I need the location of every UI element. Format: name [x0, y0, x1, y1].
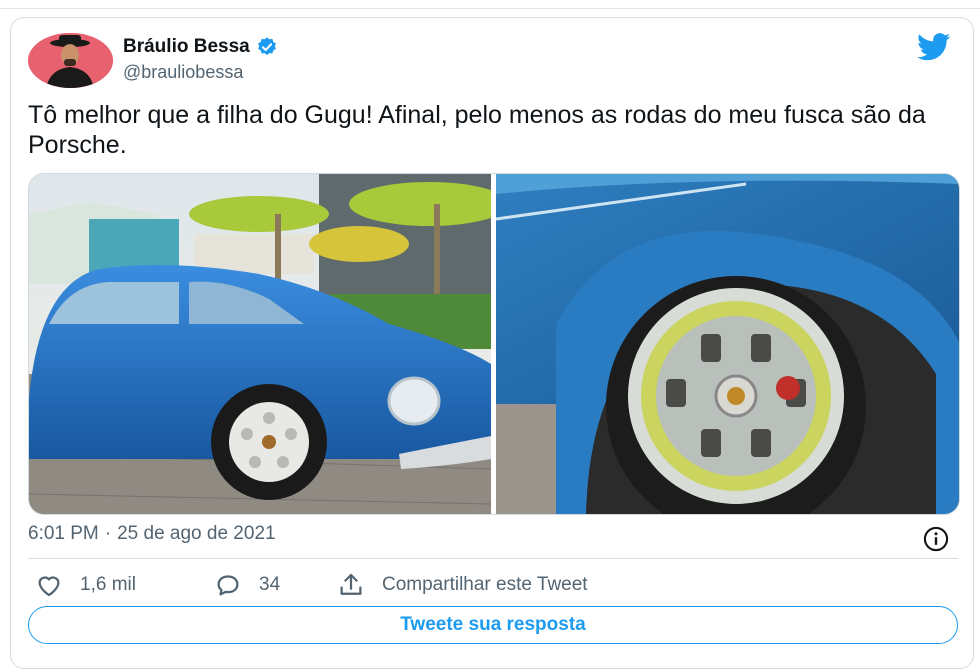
share-label[interactable]: Compartilhar este Tweet	[382, 574, 588, 596]
tweet-reply-button[interactable]: Tweete sua resposta	[28, 606, 958, 644]
tweet-text: Tô melhor que a filha do Gugu! Afinal, p…	[28, 101, 926, 159]
reply-count: 34	[259, 574, 281, 595]
comment-icon[interactable]	[213, 570, 243, 600]
photo-beetle-side[interactable]	[29, 174, 492, 514]
author-name[interactable]: Bráulio Bessa	[123, 36, 250, 58]
tweet-time[interactable]: 6:01 PM	[28, 523, 99, 545]
share-icon[interactable]	[336, 570, 366, 600]
tweet-date[interactable]: 25 de ago de 2021	[117, 523, 276, 545]
timestamp-separator: ·	[104, 523, 112, 544]
like-action[interactable]: 1,6 mil	[34, 570, 136, 600]
verified-badge-icon	[257, 37, 276, 55]
top-divider	[0, 8, 980, 9]
avatar[interactable]	[28, 33, 113, 88]
author-handle[interactable]: @brauliobessa	[123, 62, 243, 83]
share-action[interactable]: Compartilhar este Tweet	[336, 570, 588, 600]
tweet-media[interactable]	[28, 173, 960, 515]
reply-action[interactable]: 34	[213, 570, 280, 600]
actions-divider	[28, 558, 958, 559]
heart-icon[interactable]	[34, 570, 64, 600]
author-name-row[interactable]: Bráulio Bessa	[123, 36, 278, 58]
like-count: 1,6 mil	[80, 574, 136, 595]
tweet-timestamp[interactable]: 6:01 PM · 25 de ago de 2021	[28, 523, 276, 545]
info-icon[interactable]	[922, 525, 950, 553]
twitter-bird-icon[interactable]	[914, 33, 954, 61]
photo-porsche-wheel[interactable]	[496, 174, 959, 514]
